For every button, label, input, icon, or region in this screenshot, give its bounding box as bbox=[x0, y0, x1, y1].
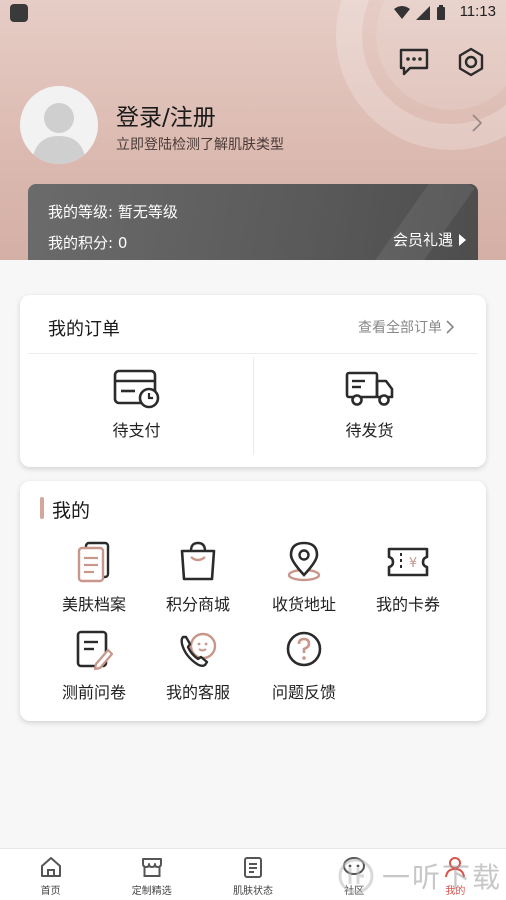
shopping-bag-icon bbox=[180, 541, 216, 581]
coupon-icon: ¥ bbox=[387, 547, 429, 577]
mine-card: 我的 美肤档案 积分商城 收货地址 ¥ 我的卡券 测前问卷 我的客服 问题反馈 bbox=[20, 481, 486, 721]
login-title[interactable]: 登录/注册 bbox=[116, 98, 216, 132]
wifi-icon bbox=[394, 6, 410, 19]
location-pin-icon bbox=[287, 541, 321, 582]
mine-title: 我的 bbox=[52, 500, 91, 522]
grid-item-pre-test-questionnaire[interactable]: 测前问卷 bbox=[42, 629, 146, 703]
view-all-orders-label: 查看全部订单 bbox=[358, 320, 442, 336]
status-icons bbox=[394, 5, 446, 21]
profile-header: 11:13 登录/注册 立即登陆检测了解肌肤类型 我的等级: 暂无等级 我的积分… bbox=[0, 0, 506, 260]
wallet-clock-icon bbox=[113, 369, 159, 409]
section-accent-bar bbox=[40, 497, 44, 519]
vip-benefits-link[interactable]: 会员礼遇 bbox=[393, 229, 466, 250]
grid-item-shipping-address[interactable]: 收货地址 bbox=[252, 541, 356, 615]
login-subtitle: 立即登陆检测了解肌肤类型 bbox=[116, 137, 284, 153]
chevron-right-icon[interactable] bbox=[472, 114, 483, 136]
default-avatar-icon bbox=[32, 103, 86, 164]
grid-item-label: 问题反馈 bbox=[271, 683, 336, 702]
triangle-right-icon bbox=[459, 233, 466, 246]
grid-item-label: 积分商城 bbox=[165, 595, 230, 614]
tab-label: 首页 bbox=[40, 886, 61, 897]
tab-skin-status[interactable]: 肌肤状态 bbox=[202, 849, 303, 900]
grid-item-skin-profile[interactable]: 美肤档案 bbox=[42, 541, 146, 615]
member-level: 我的等级: 暂无等级 bbox=[48, 203, 178, 221]
status-time: 11:13 bbox=[459, 3, 496, 20]
membership-card[interactable]: 我的等级: 暂无等级 我的积分: 0 会员礼遇 bbox=[28, 184, 478, 260]
order-pending-shipment-label: 待发货 bbox=[345, 421, 394, 440]
vip-benefits-label: 会员礼遇 bbox=[392, 231, 453, 249]
watermark: 一听下载 bbox=[338, 856, 502, 896]
grid-item-label: 收货地址 bbox=[271, 595, 336, 614]
orders-card: 我的订单 查看全部订单 待支付 待发货 bbox=[20, 295, 486, 467]
watermark-text: 一听下载 bbox=[381, 861, 502, 894]
question-icon bbox=[286, 631, 322, 667]
status-bar: 11:13 bbox=[0, 0, 506, 28]
order-pending-shipment[interactable]: 待发货 bbox=[253, 369, 486, 441]
document-stack-icon bbox=[77, 541, 110, 583]
customer-service-icon bbox=[180, 632, 217, 667]
grid-item-label: 测前问卷 bbox=[61, 683, 126, 702]
grid-item-coupons[interactable]: ¥ 我的卡券 bbox=[356, 541, 460, 615]
svg-text:¥: ¥ bbox=[409, 556, 417, 571]
questionnaire-icon bbox=[76, 630, 114, 671]
order-pending-payment[interactable]: 待支付 bbox=[20, 369, 253, 441]
message-icon[interactable] bbox=[398, 46, 430, 78]
notification-icon bbox=[10, 4, 28, 22]
grid-item-label: 我的卡券 bbox=[375, 595, 440, 614]
watermark-logo-icon bbox=[338, 858, 374, 894]
signal-icon bbox=[416, 6, 430, 20]
divider bbox=[28, 353, 478, 354]
grid-item-points-mall[interactable]: 积分商城 bbox=[146, 541, 250, 615]
grid-item-label: 我的客服 bbox=[165, 683, 230, 702]
tab-home[interactable]: 首页 bbox=[0, 849, 101, 900]
chevron-right-icon bbox=[446, 320, 454, 334]
grid-item-label: 美肤档案 bbox=[61, 595, 126, 614]
tab-label: 定制精选 bbox=[131, 886, 172, 897]
orders-title: 我的订单 bbox=[48, 319, 120, 340]
tab-label: 肌肤状态 bbox=[233, 886, 273, 897]
battery-icon bbox=[437, 5, 445, 20]
home-icon bbox=[40, 857, 61, 877]
member-points: 我的积分: 0 bbox=[48, 234, 128, 252]
truck-icon bbox=[345, 371, 393, 406]
view-all-orders-link[interactable]: 查看全部订单 bbox=[358, 317, 454, 337]
shop-icon bbox=[141, 858, 162, 877]
avatar[interactable] bbox=[20, 86, 98, 164]
order-pending-payment-label: 待支付 bbox=[112, 421, 161, 440]
clipboard-icon bbox=[244, 857, 262, 878]
grid-item-feedback[interactable]: 问题反馈 bbox=[252, 629, 356, 703]
grid-item-customer-service[interactable]: 我的客服 bbox=[146, 629, 250, 703]
tab-custom-picks[interactable]: 定制精选 bbox=[101, 849, 202, 900]
settings-icon[interactable] bbox=[455, 46, 487, 78]
